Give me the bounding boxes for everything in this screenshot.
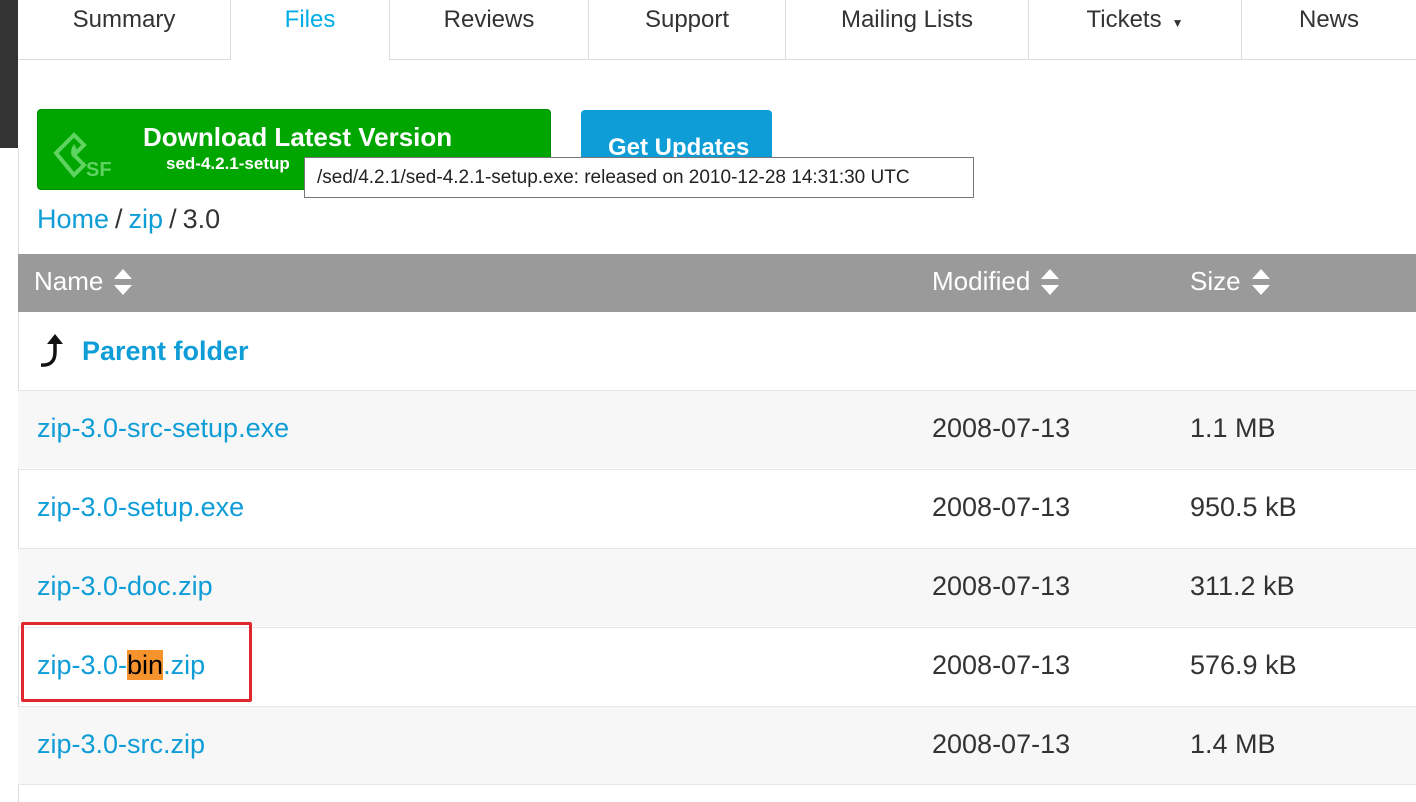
tab-news[interactable]: News bbox=[1242, 0, 1416, 60]
file-link[interactable]: zip-3.0-setup.exe bbox=[37, 492, 244, 523]
parent-folder-row[interactable]: Parent folder bbox=[18, 312, 1416, 390]
file-link[interactable]: zip-3.0-src-setup.exe bbox=[37, 413, 289, 444]
download-filename: sed-4.2.1-setup bbox=[166, 154, 290, 173]
sf-logo-text: SF bbox=[86, 159, 112, 180]
parent-folder-link[interactable]: Parent folder bbox=[82, 336, 249, 367]
file-size: 1.4 MB bbox=[1190, 729, 1276, 759]
sort-icon bbox=[1041, 268, 1060, 295]
breadcrumb-separator: / bbox=[169, 204, 177, 234]
left-edge-bar bbox=[0, 0, 18, 148]
file-modified: 2008-07-13 bbox=[932, 650, 1071, 680]
breadcrumb-current: 3.0 bbox=[182, 204, 221, 234]
download-title: Download Latest Version bbox=[143, 122, 453, 152]
file-modified: 2008-07-13 bbox=[932, 571, 1071, 601]
parent-folder-arrow-icon bbox=[40, 334, 63, 367]
table-row: zip-3.0-src-setup.exe 2008-07-13 1.1 MB bbox=[18, 390, 1416, 468]
annotation-highlight-box bbox=[21, 622, 252, 702]
table-row: zip-3.0-setup.exe 2008-07-13 950.5 kB bbox=[18, 469, 1416, 547]
breadcrumb: Home / zip/3.0 bbox=[37, 204, 220, 235]
breadcrumb-zip[interactable]: zip bbox=[129, 204, 164, 234]
sort-icon bbox=[1251, 268, 1270, 295]
breadcrumb-separator: / bbox=[115, 204, 123, 234]
column-header-name[interactable]: Name bbox=[34, 266, 133, 297]
file-link[interactable]: zip-3.0-doc.zip bbox=[37, 571, 213, 602]
file-modified: 2008-07-13 bbox=[932, 492, 1071, 522]
files-table-header: Name Modified Size bbox=[18, 254, 1416, 312]
breadcrumb-home[interactable]: Home bbox=[37, 204, 109, 234]
tab-mailing-lists[interactable]: Mailing Lists bbox=[786, 0, 1029, 60]
table-row bbox=[18, 784, 1416, 802]
tab-tickets[interactable]: Tickets ▼ bbox=[1029, 0, 1242, 60]
table-row: zip-3.0-src.zip 2008-07-13 1.4 MB bbox=[18, 706, 1416, 784]
file-link[interactable]: zip-3.0-src.zip bbox=[37, 729, 205, 760]
tab-summary[interactable]: Summary bbox=[18, 0, 231, 60]
file-modified: 2008-07-13 bbox=[932, 729, 1071, 759]
file-size: 1.1 MB bbox=[1190, 413, 1276, 443]
project-tabs: Summary Files Reviews Support Mailing Li… bbox=[18, 0, 1416, 61]
file-size: 576.9 kB bbox=[1190, 650, 1297, 680]
release-tooltip: /sed/4.2.1/sed-4.2.1-setup.exe: released… bbox=[304, 157, 974, 198]
dropdown-caret-icon: ▼ bbox=[1171, 16, 1184, 30]
tab-support[interactable]: Support bbox=[589, 0, 786, 60]
file-size: 311.2 kB bbox=[1190, 571, 1295, 601]
tab-files[interactable]: Files bbox=[231, 0, 390, 61]
column-header-size[interactable]: Size bbox=[1190, 266, 1271, 297]
sort-icon bbox=[114, 268, 133, 295]
table-row: zip-3.0-doc.zip 2008-07-13 311.2 kB bbox=[18, 548, 1416, 626]
file-modified: 2008-07-13 bbox=[932, 413, 1071, 443]
file-size: 950.5 kB bbox=[1190, 492, 1297, 522]
sourceforge-download-icon: SF bbox=[53, 132, 112, 180]
column-header-modified[interactable]: Modified bbox=[932, 266, 1060, 297]
tab-reviews[interactable]: Reviews bbox=[390, 0, 589, 60]
